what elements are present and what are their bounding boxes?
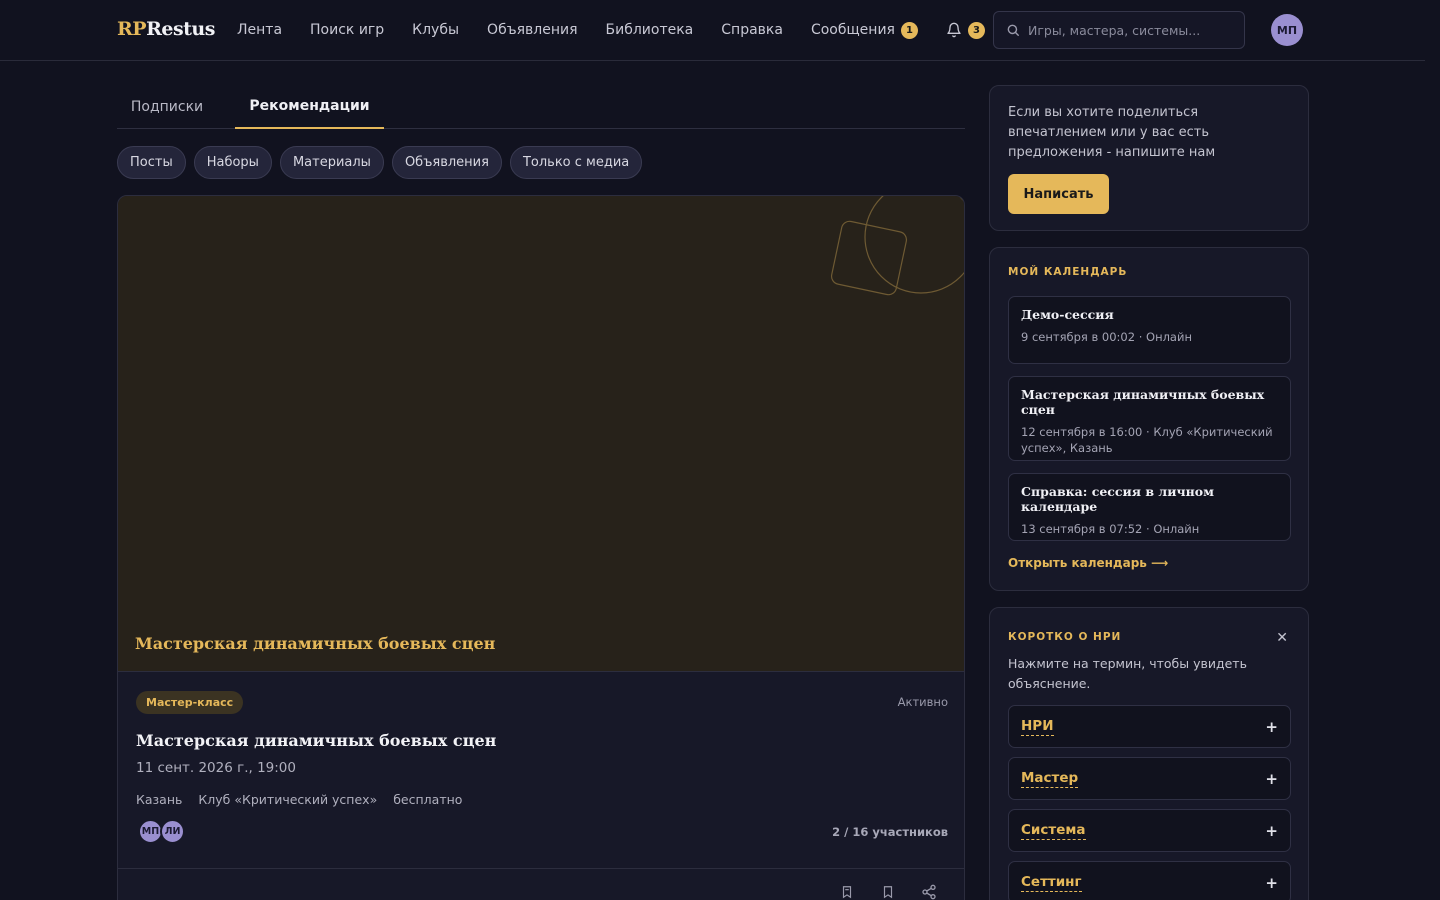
calendar-title: МОЙ КАЛЕНДАРЬ [1008,266,1128,278]
event-item-title: Мастерская динамичных боевых сцен [1021,387,1265,417]
participants-count: 2 / 16 участников [832,825,948,839]
nav-messages-label: Сообщения [810,22,895,38]
event-item-sub: 12 сентября в 16:00 · Клуб «Критический … [1021,425,1273,455]
nav-game-search[interactable]: Поиск игр [310,22,384,38]
event-meta: Казань Клуб «Критический успех» бесплатн… [136,792,462,807]
event-cover: Мастерская динамичных боевых сцен [118,196,964,671]
term-label: Мастер [1021,769,1079,788]
close-icon[interactable]: ✕ [1276,630,1288,646]
plus-icon: + [1265,769,1278,788]
calendar-event[interactable]: Справка: сессия в личном календаре 13 се… [1008,473,1291,541]
logo-restus: Restus [146,18,215,40]
share-button[interactable] [921,884,937,900]
filter-chips: Посты Наборы Материалы Объявления Только… [117,146,643,179]
logo-rp: RP [117,18,147,40]
event-item-title: Демо-сессия [1021,307,1114,322]
event-item-sub: 13 сентября в 07:52 · Онлайн [1021,522,1200,536]
nav-announcements[interactable]: Объявления [487,22,577,38]
notifications-button[interactable]: 3 [946,21,985,39]
write-button[interactable]: Написать [1008,174,1109,214]
messages-badge: 1 [900,21,918,39]
avatar[interactable]: ЛИ [160,819,185,844]
filter-recruitment[interactable]: Наборы [193,146,272,179]
event-date: 11 сент. 2026 г., 19:00 [136,760,296,776]
search-input[interactable] [1028,22,1228,38]
bookmark-button[interactable] [881,884,895,900]
term-item[interactable]: НРИ + [1008,705,1291,748]
event-status: Активно [897,695,948,709]
event-price: бесплатно [393,792,463,807]
filter-announcements[interactable]: Объявления [391,146,502,179]
nav-messages[interactable]: Сообщения 1 [810,21,918,39]
bookmark-icon [883,886,893,899]
nav-clubs[interactable]: Клубы [412,22,459,38]
event-card[interactable]: Мастерская динамичных боевых сцен Мастер… [117,195,965,900]
nav-library[interactable]: Библиотека [606,22,694,38]
calendar-panel: МОЙ КАЛЕНДАРЬ Демо-сессия 9 сентября в 0… [989,247,1309,591]
filter-materials[interactable]: Материалы [279,146,384,179]
event-club[interactable]: Клуб «Критический успех» [198,792,377,807]
event-item-title: Справка: сессия в личном календаре [1021,484,1214,514]
cover-title: Мастерская динамичных боевых сцен [135,634,496,653]
main-nav: Лента Поиск игр Клубы Объявления Библиот… [237,0,1013,60]
term-label: НРИ [1021,717,1054,736]
filter-media-only[interactable]: Только с медиа [509,146,643,179]
nav-help[interactable]: Справка [721,22,783,38]
plus-icon: + [1265,821,1278,840]
bookmark-outline-icon [842,886,852,899]
term-label: Сеттинг [1021,873,1082,892]
event-details: Мастер-класс Активно Мастерская динамичн… [118,671,964,900]
glossary-title: КОРОТКО О НРИ [1008,631,1122,643]
event-title[interactable]: Мастерская динамичных боевых сцен [136,731,496,750]
logo[interactable]: RPRestus [117,18,215,40]
glossary-hint: Нажмите на термин, чтобы увидеть объясне… [1008,656,1247,691]
tab-subscriptions[interactable]: Подписки [117,85,217,129]
cover-decoration [830,196,964,296]
save-button[interactable] [840,884,854,900]
share-icon [922,884,936,900]
feed-tabs: Подписки Рекомендации [117,85,965,129]
event-city: Казань [136,792,183,807]
glossary-panel: КОРОТКО О НРИ ✕ Нажмите на термин, чтобы… [989,607,1309,900]
filter-posts[interactable]: Посты [117,146,186,179]
event-type-tag: Мастер-класс [136,691,244,714]
top-header: RPRestus Лента Поиск игр Клубы Объявлени… [0,0,1425,61]
bell-icon [947,22,961,38]
participant-avatars: МП ЛИ [138,819,185,844]
feedback-text: Если вы хотите поделиться впечатлением и… [1008,105,1216,160]
card-actions [118,868,964,900]
calendar-event[interactable]: Мастерская динамичных боевых сцен 12 сен… [1008,376,1291,461]
term-item[interactable]: Мастер + [1008,757,1291,800]
search-box[interactable] [993,11,1245,49]
term-item[interactable]: Сеттинг + [1008,861,1291,900]
plus-icon: + [1265,717,1278,736]
tab-recommendations[interactable]: Рекомендации [235,85,384,129]
plus-icon: + [1265,873,1278,892]
notifications-badge: 3 [967,21,985,39]
nav-feed[interactable]: Лента [237,22,282,38]
event-item-sub: 9 сентября в 00:02 · Онлайн [1021,330,1192,344]
calendar-event[interactable]: Демо-сессия 9 сентября в 00:02 · Онлайн [1008,296,1291,364]
search-icon [1007,24,1019,36]
user-avatar[interactable]: МП [1271,14,1303,46]
term-label: Система [1021,821,1086,840]
open-calendar-link[interactable]: Открыть календарь ⟶ [1008,556,1168,570]
feedback-panel: Если вы хотите поделиться впечатлением и… [989,85,1309,231]
term-item[interactable]: Система + [1008,809,1291,852]
